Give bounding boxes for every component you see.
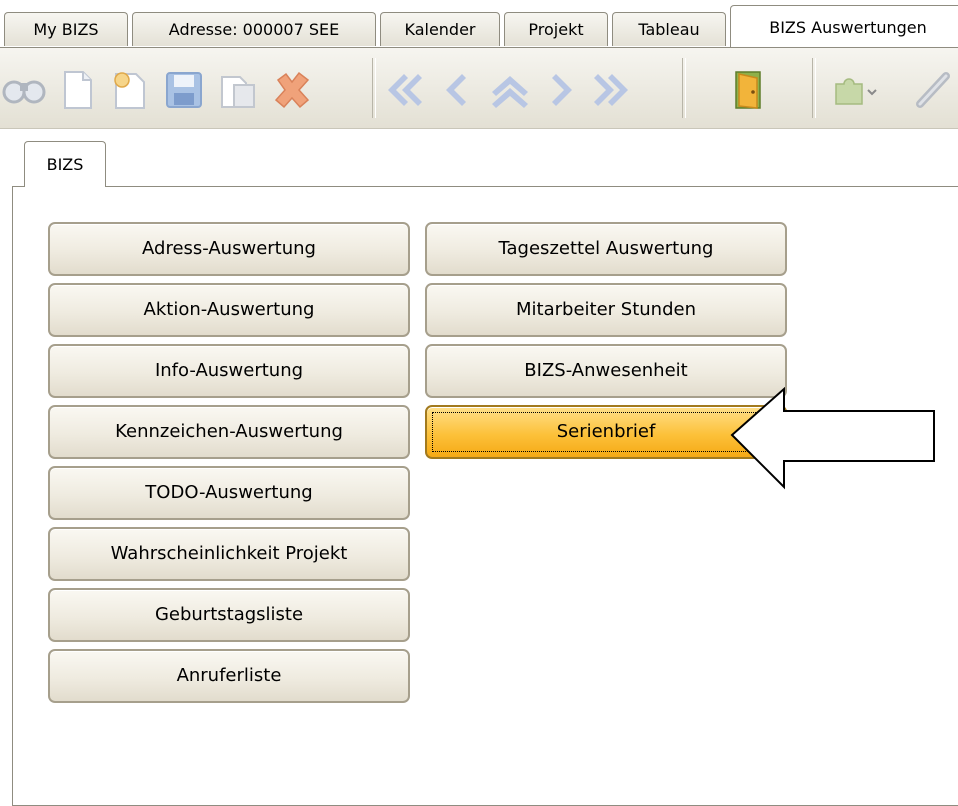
todo-auswertung-button[interactable]: TODO-Auswertung — [48, 466, 410, 520]
mitarbeiter-stunden-button[interactable]: Mitarbeiter Stunden — [425, 283, 787, 337]
callout-arrow-icon — [730, 387, 935, 490]
tab-my-bizs[interactable]: My BIZS — [4, 12, 128, 46]
first-record-icon[interactable] — [380, 68, 428, 112]
attachment-icon[interactable] — [910, 68, 958, 112]
geburtstagsliste-button[interactable]: Geburtstagsliste — [48, 588, 410, 642]
toolbar-separator — [682, 58, 686, 118]
adress-auswertung-button[interactable]: Adress-Auswertung — [48, 222, 410, 276]
copy-icon[interactable] — [214, 68, 262, 112]
up-icon[interactable] — [486, 68, 534, 112]
tab-bizs-auswertungen[interactable]: BIZS Auswertungen — [730, 5, 958, 49]
binoculars-icon[interactable] — [0, 68, 48, 112]
tab-bizs[interactable]: BIZS — [24, 141, 106, 187]
new-document-icon[interactable] — [54, 68, 102, 112]
focus-rectangle — [432, 412, 780, 452]
document-tab-strip: My BIZS Adresse: 000007 SEE Kalender Pro… — [0, 0, 958, 49]
tageszettel-auswertung-button[interactable]: Tageszettel Auswertung — [425, 222, 787, 276]
next-record-icon[interactable] — [538, 68, 586, 112]
last-record-icon[interactable] — [588, 68, 636, 112]
info-auswertung-button[interactable]: Info-Auswertung — [48, 344, 410, 398]
previous-record-icon[interactable] — [432, 68, 480, 112]
toolbar-separator — [812, 58, 816, 118]
plugin-icon[interactable] — [832, 68, 880, 112]
kennzeichen-auswertung-button[interactable]: Kennzeichen-Auswertung — [48, 405, 410, 459]
tab-tableau[interactable]: Tableau — [612, 12, 726, 46]
toolbar-separator — [372, 58, 376, 118]
new-record-icon[interactable] — [106, 68, 154, 112]
toolbar — [0, 48, 958, 129]
tab-adresse[interactable]: Adresse: 000007 SEE — [132, 12, 376, 46]
exit-door-icon[interactable] — [724, 68, 772, 112]
save-icon[interactable] — [160, 68, 208, 112]
tab-projekt[interactable]: Projekt — [504, 12, 608, 46]
wahrscheinlichkeit-projekt-button[interactable]: Wahrscheinlichkeit Projekt — [48, 527, 410, 581]
anruferliste-button[interactable]: Anruferliste — [48, 649, 410, 703]
aktion-auswertung-button[interactable]: Aktion-Auswertung — [48, 283, 410, 337]
tab-kalender[interactable]: Kalender — [380, 12, 500, 46]
delete-icon[interactable] — [268, 68, 316, 112]
